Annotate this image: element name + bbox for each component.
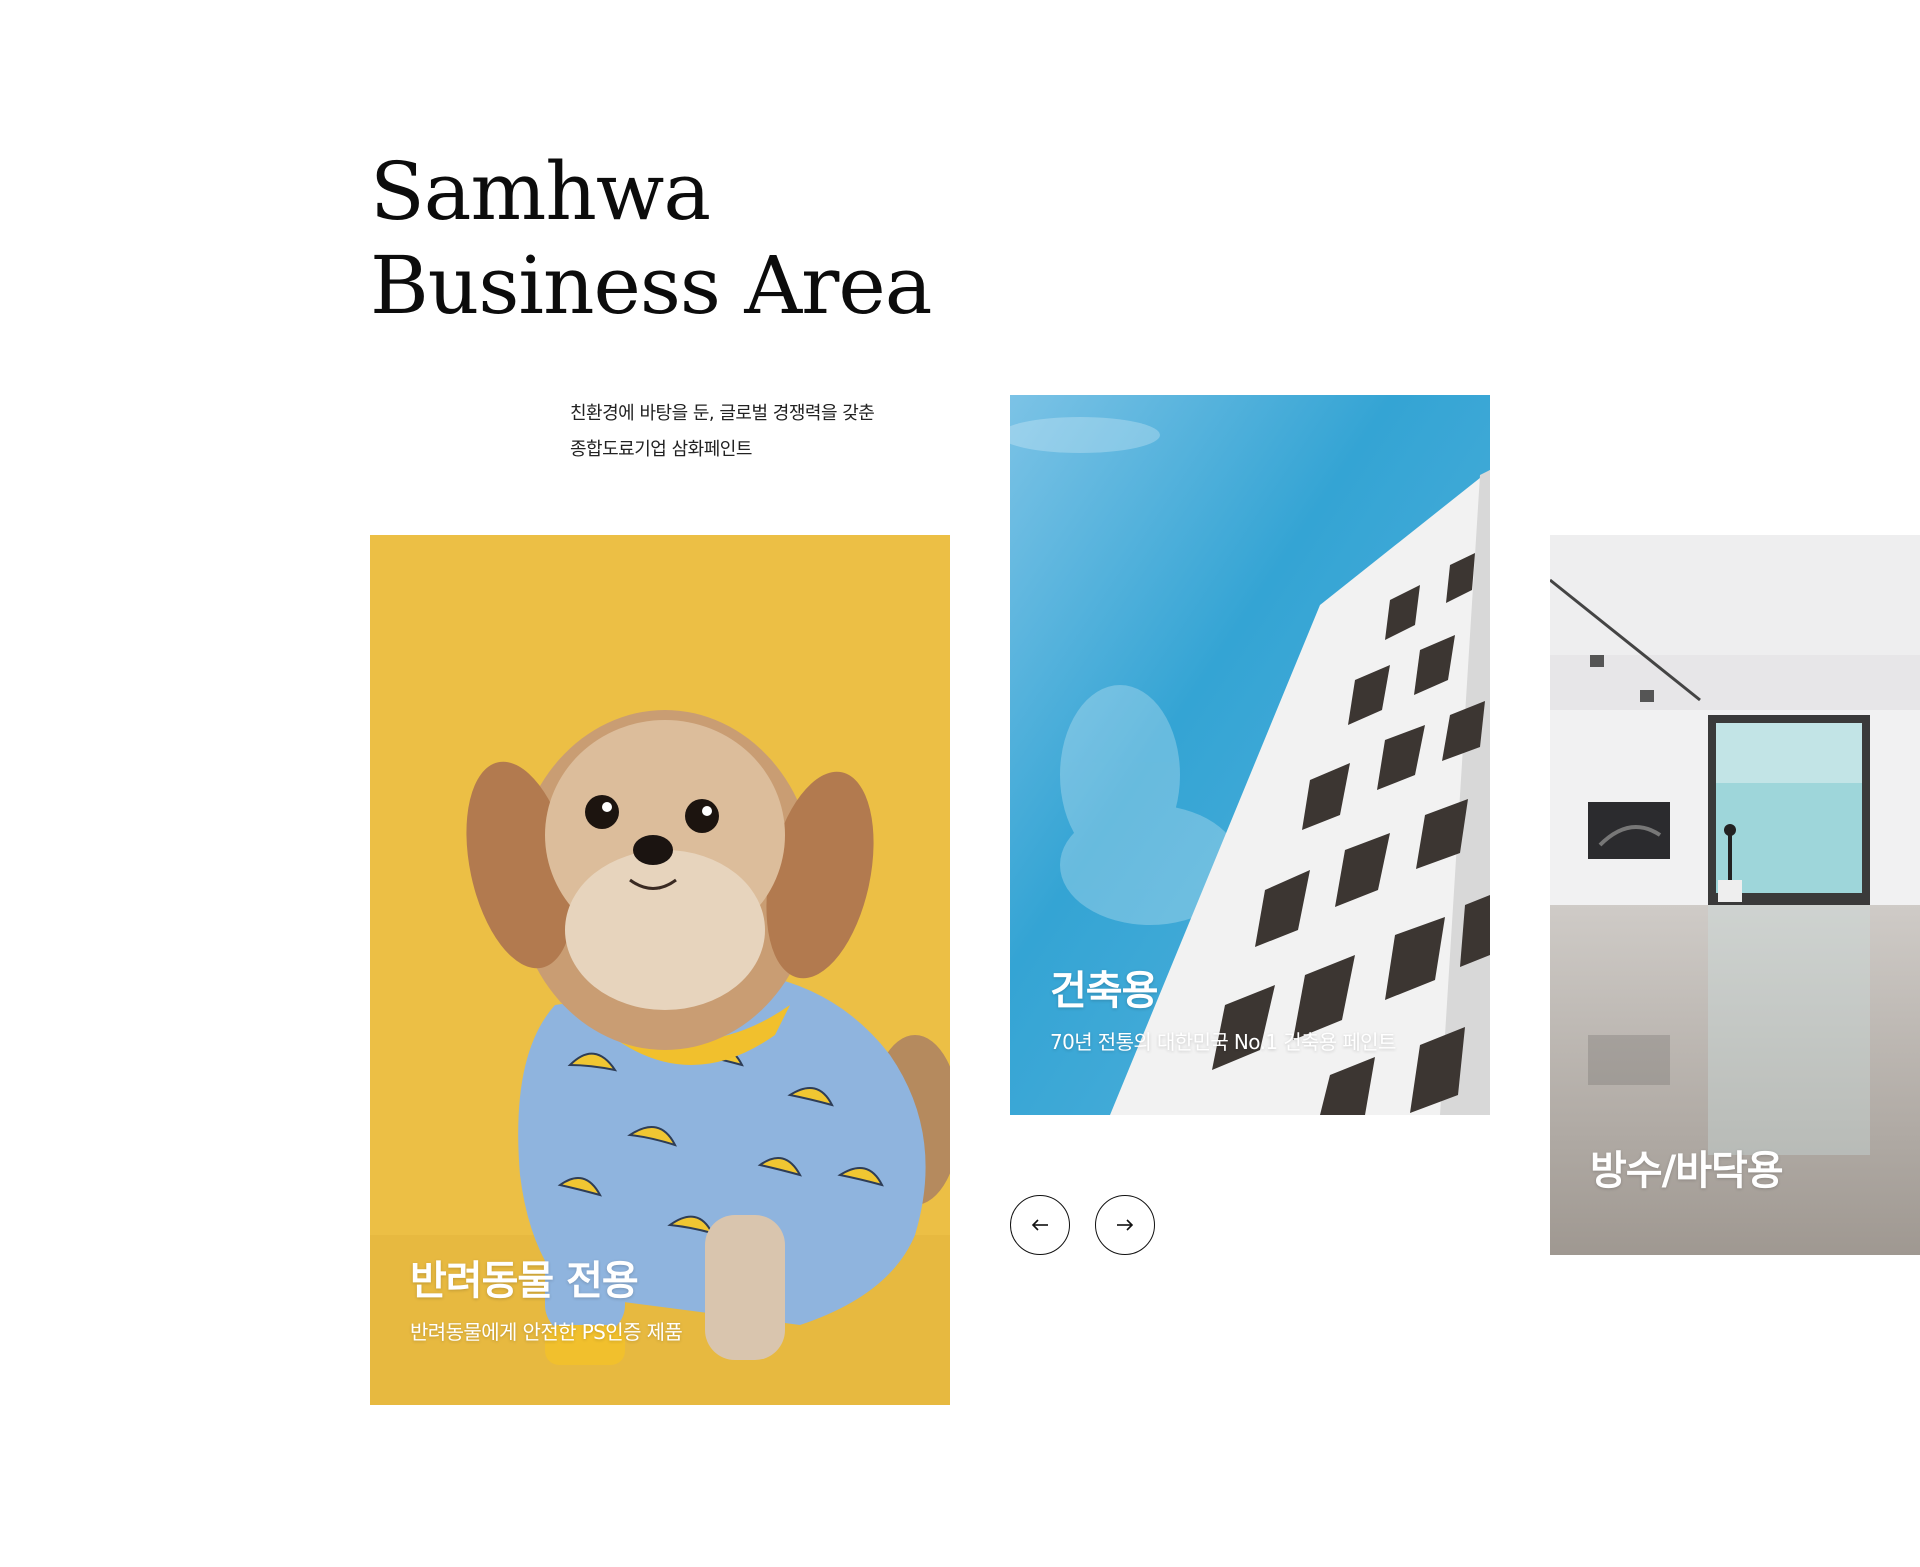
arrow-left-icon (1031, 1219, 1048, 1231)
business-card-architecture[interactable]: 건축용 70년 전통의 대한민국 No.1 건축용 페인트 (1010, 395, 1490, 1115)
section-intro-line-1: 친환경에 바탕을 둔, 글로벌 경쟁력을 갖춘 (570, 403, 875, 424)
card-caption: 방수/바닥용 (1590, 1147, 1784, 1195)
card-caption: 건축용 70년 전통의 대한민국 No.1 건축용 페인트 (1050, 967, 1396, 1055)
section-intro-line-2: 종합도료기업 삼화페인트 (570, 439, 752, 460)
arrow-right-icon (1117, 1219, 1134, 1231)
section-title-line-2: Business Area (370, 239, 932, 332)
business-card-pet[interactable]: 반려동물 전용 반려동물에게 안전한 PS인증 제품 (370, 535, 950, 1405)
section-title: Samhwa Business Area (370, 145, 932, 333)
card-subtitle: 70년 전통의 대한민국 No.1 건축용 페인트 (1050, 1030, 1396, 1054)
carousel-next-button[interactable] (1095, 1195, 1155, 1255)
business-card-waterproof-floor[interactable]: 방수/바닥용 (1550, 535, 1920, 1255)
section-title-line-1: Samhwa (370, 145, 711, 238)
carousel-prev-button[interactable] (1010, 1195, 1070, 1255)
card-title: 방수/바닥용 (1590, 1148, 1784, 1194)
card-subtitle: 반려동물에게 안전한 PS인증 제품 (410, 1320, 683, 1344)
card-caption: 반려동물 전용 반려동물에게 안전한 PS인증 제품 (410, 1257, 683, 1345)
section-intro: 친환경에 바탕을 둔, 글로벌 경쟁력을 갖춘 종합도료기업 삼화페인트 (570, 396, 930, 468)
card-title: 건축용 (1050, 968, 1158, 1014)
card-title: 반려동물 전용 (410, 1258, 639, 1304)
